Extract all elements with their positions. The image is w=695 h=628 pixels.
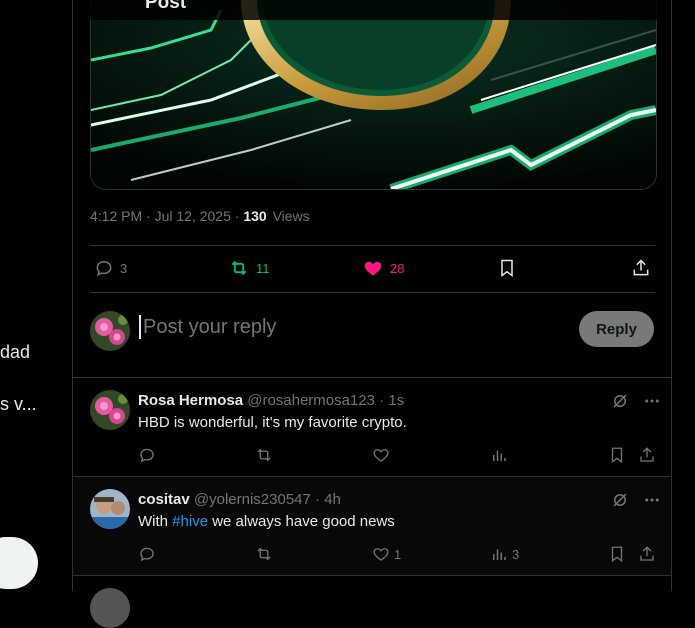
bookmark-icon xyxy=(501,259,513,277)
like-button[interactable]: 1 xyxy=(372,545,401,563)
sidebar-text-fragment: dad xyxy=(0,342,31,362)
reply-input[interactable]: Post your reply xyxy=(139,315,276,339)
repost-count: 11 xyxy=(256,260,270,276)
like-button[interactable]: 28 xyxy=(362,258,404,278)
repost-icon xyxy=(231,260,247,276)
author-handle[interactable]: @rosahermosa123 xyxy=(247,392,375,409)
like-count: 28 xyxy=(390,260,405,276)
hashtag-link[interactable]: #hive xyxy=(172,513,208,530)
heart-icon xyxy=(373,449,389,462)
reply-composer: Post your reply Reply xyxy=(73,293,671,377)
reply-icon xyxy=(140,448,154,463)
page-title: Post xyxy=(145,0,187,13)
views-count: 3 xyxy=(512,546,520,562)
avatar[interactable] xyxy=(90,390,130,430)
views-label: Views xyxy=(272,208,310,224)
analytics-icon xyxy=(493,549,506,560)
grok-icon[interactable] xyxy=(611,491,629,509)
tweet-header: Rosa Hermosa @rosahermosa123 · 1s xyxy=(138,392,405,409)
left-sidebar-fragment: dad s v... xyxy=(0,0,72,591)
tweet-header: cositav @yolernis230547 · 4h xyxy=(138,491,341,508)
post-thread: Post 4:12 PM · Jul 12, 2025 · 130 Views … xyxy=(72,0,672,628)
tweet-time[interactable]: 4h xyxy=(324,491,341,508)
repost-button[interactable]: 11 xyxy=(228,258,270,278)
tweet-top-actions xyxy=(611,392,661,410)
share-icon xyxy=(633,259,649,276)
reply-count: 3 xyxy=(120,260,128,276)
bookmark-button[interactable] xyxy=(608,446,626,464)
views-count: 130 xyxy=(243,208,267,224)
tweet-text-part: we always have good news xyxy=(208,513,395,530)
reply-tweet[interactable]: Rosa Hermosa @rosahermosa123 · 1s HBD is… xyxy=(73,377,671,477)
avatar[interactable] xyxy=(90,311,130,351)
share-icon xyxy=(640,546,654,561)
like-count: 1 xyxy=(394,546,402,562)
repost-button[interactable] xyxy=(254,446,274,464)
post-image[interactable] xyxy=(90,0,657,190)
tweet-action-bar: 1 3 xyxy=(138,545,658,565)
views-button[interactable]: 3 xyxy=(490,545,519,563)
header-bar: Post xyxy=(73,0,671,20)
author-handle[interactable]: @yolernis230547 xyxy=(194,491,311,508)
rose-avatar-image xyxy=(90,390,130,430)
reply-button[interactable] xyxy=(138,446,156,464)
grok-icon[interactable] xyxy=(611,392,629,410)
more-options-icon[interactable] xyxy=(643,392,661,410)
share-button[interactable] xyxy=(631,258,651,278)
bookmark-button[interactable] xyxy=(608,545,626,563)
heart-filled-icon xyxy=(364,261,382,276)
reply-button[interactable] xyxy=(138,545,156,563)
repost-icon xyxy=(257,448,271,462)
tweet-text: HBD is wonderful, it's my favorite crypt… xyxy=(138,414,407,431)
share-icon xyxy=(640,447,654,462)
crypto-coin-artwork xyxy=(91,0,656,189)
author-name[interactable]: Rosa Hermosa xyxy=(138,392,243,409)
tweet-top-actions xyxy=(611,491,661,509)
bookmark-button[interactable] xyxy=(497,258,517,278)
share-button[interactable] xyxy=(638,545,656,563)
reply-icon xyxy=(96,260,112,277)
analytics-icon xyxy=(493,450,506,461)
account-switcher-button[interactable] xyxy=(0,537,38,589)
reply-icon xyxy=(140,547,154,562)
repost-button[interactable] xyxy=(254,545,274,563)
more-options-icon[interactable] xyxy=(643,491,661,509)
tweet-text-part: With xyxy=(138,513,173,530)
reply-submit-button[interactable]: Reply xyxy=(579,311,654,347)
reply-tweet[interactable] xyxy=(73,575,671,628)
tweet-text: With #hive we always have good news xyxy=(138,513,395,530)
views-button[interactable] xyxy=(490,446,512,464)
avatar[interactable] xyxy=(90,489,130,529)
like-button[interactable] xyxy=(372,446,394,464)
avatar[interactable] xyxy=(90,588,130,628)
tweet-action-bar xyxy=(138,446,658,466)
tweet-time[interactable]: 1s xyxy=(388,392,404,409)
reply-tweet[interactable]: cositav @yolernis230547 · 4h With #hive … xyxy=(73,476,671,576)
heart-icon xyxy=(373,548,389,561)
family-avatar-image xyxy=(90,489,130,529)
reply-button[interactable]: 3 xyxy=(94,258,127,278)
sidebar-text-fragment: s v... xyxy=(0,394,37,414)
post-date[interactable]: Jul 12, 2025 xyxy=(155,208,231,224)
author-name[interactable]: cositav xyxy=(138,491,190,508)
post-time[interactable]: 4:12 PM xyxy=(90,208,142,224)
bookmark-icon xyxy=(611,546,623,563)
bookmark-icon xyxy=(611,447,623,464)
share-button[interactable] xyxy=(638,446,656,464)
repost-icon xyxy=(257,547,271,561)
post-metadata: 4:12 PM · Jul 12, 2025 · 130 Views xyxy=(90,208,310,224)
post-action-bar: 3 11 28 xyxy=(90,246,655,292)
rose-avatar-image xyxy=(90,311,130,351)
